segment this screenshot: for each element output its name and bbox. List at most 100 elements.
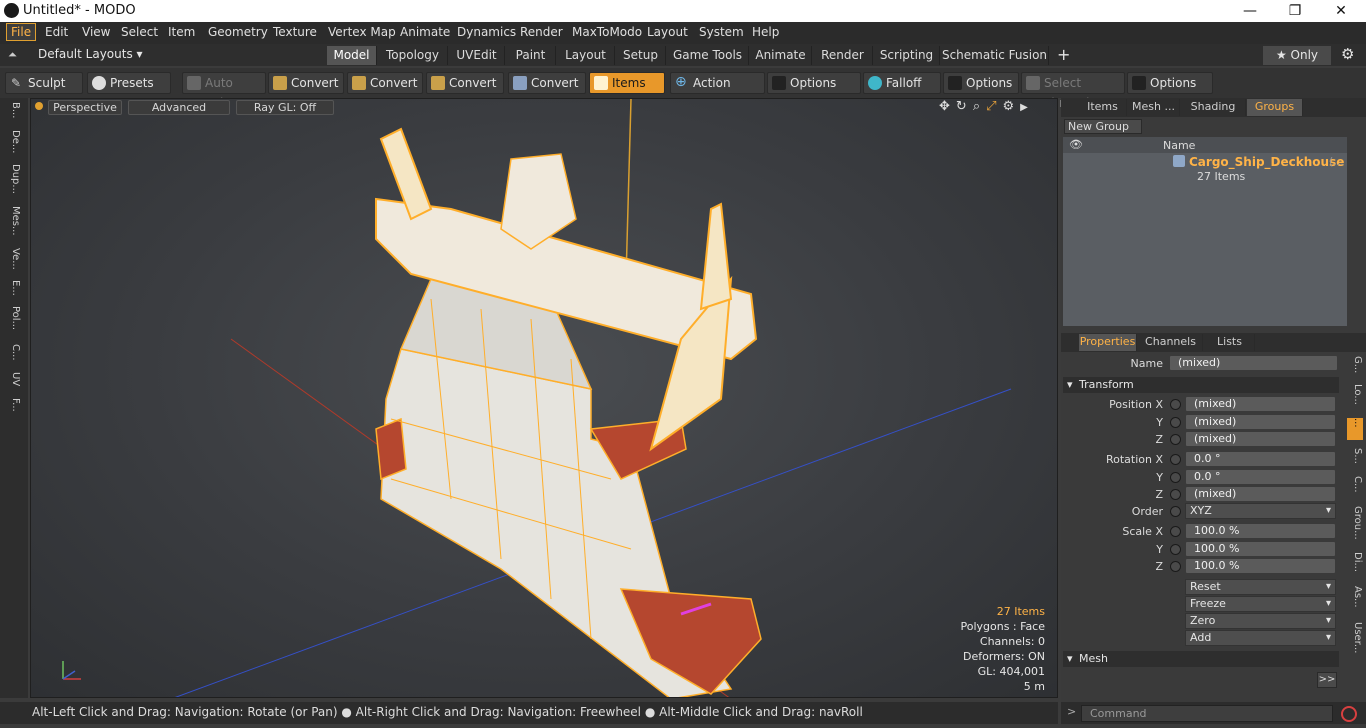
left-tab-vertex[interactable]: Ve... bbox=[3, 248, 21, 270]
default-layouts-dropdown[interactable]: Default Layouts ▾ bbox=[38, 47, 143, 61]
position-x-field[interactable]: (mixed) bbox=[1185, 396, 1336, 412]
only-toggle[interactable]: ★ Only bbox=[1263, 46, 1331, 65]
menu-dynamics[interactable]: Dynamics bbox=[457, 25, 516, 39]
scale-x-key[interactable] bbox=[1170, 526, 1181, 537]
position-z-key[interactable] bbox=[1170, 434, 1181, 445]
menu-edit[interactable]: Edit bbox=[45, 25, 68, 39]
scale-z-field[interactable]: 100.0 % bbox=[1185, 558, 1336, 574]
menu-render[interactable]: Render bbox=[520, 25, 563, 39]
layout-up-icon[interactable]: ⏶ bbox=[8, 48, 17, 62]
left-tab-basic[interactable]: B... bbox=[3, 102, 21, 118]
tab-animate[interactable]: Animate bbox=[750, 46, 812, 65]
menu-select[interactable]: Select bbox=[121, 25, 158, 39]
left-tab-mesh-edit[interactable]: Mes... bbox=[3, 206, 21, 236]
mesh-section[interactable]: Mesh bbox=[1063, 651, 1339, 667]
minimize-button[interactable]: — bbox=[1227, 1, 1273, 21]
more-button[interactable]: >> bbox=[1317, 672, 1337, 688]
right-tab-c[interactable]: C... bbox=[1347, 476, 1363, 493]
menu-maxtomodo[interactable]: MaxToModo bbox=[572, 25, 642, 39]
left-tab-deform[interactable]: De... bbox=[3, 130, 21, 153]
right-tab-g[interactable]: G... bbox=[1347, 356, 1363, 373]
tab-scripting[interactable]: Scripting bbox=[874, 46, 940, 65]
right-tab-as[interactable]: As... bbox=[1347, 586, 1363, 608]
position-x-key[interactable] bbox=[1170, 399, 1181, 410]
freeze-dropdown[interactable]: Freeze bbox=[1185, 596, 1336, 612]
menu-layout[interactable]: Layout bbox=[647, 25, 688, 39]
left-tab-polygon[interactable]: Pol... bbox=[3, 306, 21, 330]
scale-z-key[interactable] bbox=[1170, 561, 1181, 572]
gear-icon[interactable]: ⚙ bbox=[1341, 45, 1354, 63]
scale-y-key[interactable] bbox=[1170, 544, 1181, 555]
menu-view[interactable]: View bbox=[82, 25, 110, 39]
tab-schematic-fusion[interactable]: Schematic Fusion bbox=[941, 46, 1049, 65]
tab-render[interactable]: Render bbox=[813, 46, 873, 65]
action-center-button[interactable]: ⊕ Action Center bbox=[670, 72, 765, 110]
falloff-button[interactable]: Falloff bbox=[863, 72, 941, 94]
menu-file[interactable]: File bbox=[6, 23, 37, 41]
right-tab-active[interactable]: ... bbox=[1347, 418, 1363, 440]
position-y-field[interactable]: (mixed) bbox=[1185, 414, 1336, 430]
order-key[interactable] bbox=[1170, 506, 1181, 517]
tab-game-tools[interactable]: Game Tools bbox=[667, 46, 749, 65]
auto-select-button[interactable]: Auto Select bbox=[182, 72, 266, 110]
menu-vertex-map[interactable]: Vertex Map bbox=[328, 25, 396, 39]
new-group-button[interactable]: New Group bbox=[1064, 119, 1142, 134]
select-through-button[interactable]: Select Through bbox=[1021, 72, 1125, 110]
menu-animate[interactable]: Animate bbox=[400, 25, 450, 39]
name-field[interactable]: (mixed) bbox=[1169, 355, 1338, 371]
menu-item[interactable]: Item bbox=[168, 25, 195, 39]
scale-x-field[interactable]: 100.0 % bbox=[1185, 523, 1336, 539]
left-tab-fusion[interactable]: F... bbox=[3, 398, 21, 412]
maximize-button[interactable]: ❐ bbox=[1272, 1, 1318, 21]
left-tab-edge[interactable]: E... bbox=[3, 280, 21, 296]
left-tab-curve[interactable]: C... bbox=[3, 344, 21, 361]
position-z-field[interactable]: (mixed) bbox=[1185, 431, 1336, 447]
items-button[interactable]: Items bbox=[589, 72, 665, 94]
order-dropdown[interactable]: XYZ bbox=[1185, 503, 1336, 519]
add-tab-icon[interactable]: + bbox=[1057, 45, 1070, 64]
tab-uvedit[interactable]: UVEdit bbox=[449, 46, 505, 65]
convert-button-4[interactable]: Convert bbox=[508, 72, 586, 94]
rotation-z-key[interactable] bbox=[1170, 489, 1181, 500]
right-tab-s[interactable]: S... bbox=[1347, 448, 1363, 464]
tab-layout[interactable]: Layout bbox=[557, 46, 615, 65]
right-tab-di[interactable]: Di... bbox=[1347, 552, 1363, 572]
command-input[interactable]: Command bbox=[1081, 705, 1333, 722]
menu-help[interactable]: Help bbox=[752, 25, 779, 39]
menu-texture[interactable]: Texture bbox=[273, 25, 317, 39]
add-dropdown[interactable]: Add bbox=[1185, 630, 1336, 646]
visibility-icon[interactable]: 👁 bbox=[1069, 138, 1083, 151]
tab-lists[interactable]: Lists bbox=[1205, 334, 1255, 351]
tab-properties[interactable]: Properties bbox=[1079, 334, 1137, 351]
tab-groups[interactable]: Groups bbox=[1247, 99, 1303, 116]
rotation-x-key[interactable] bbox=[1170, 454, 1181, 465]
options-button-2[interactable]: Options bbox=[943, 72, 1019, 94]
zero-dropdown[interactable]: Zero bbox=[1185, 613, 1336, 629]
left-tab-uv[interactable]: UV bbox=[3, 372, 21, 386]
convert-button-1[interactable]: Convert bbox=[268, 72, 344, 94]
scale-y-field[interactable]: 100.0 % bbox=[1185, 541, 1336, 557]
sculpt-button[interactable]: ✎ Sculpt bbox=[5, 72, 83, 94]
menu-system[interactable]: System bbox=[699, 25, 744, 39]
options-button-1[interactable]: Options bbox=[767, 72, 861, 94]
close-button[interactable]: ✕ bbox=[1318, 1, 1364, 21]
tab-topology[interactable]: Topology bbox=[378, 46, 448, 65]
record-icon[interactable] bbox=[1341, 706, 1357, 722]
name-column-header[interactable]: Name bbox=[1163, 139, 1195, 152]
rotation-z-field[interactable]: (mixed) bbox=[1185, 486, 1336, 502]
tab-channels[interactable]: Channels bbox=[1139, 334, 1203, 351]
group-name[interactable]: Cargo_Ship_Deckhouse bbox=[1189, 155, 1344, 169]
presets-button[interactable]: Presets F6 bbox=[87, 72, 171, 110]
tab-mesh[interactable]: Mesh ... bbox=[1128, 99, 1180, 116]
options-button-3[interactable]: Options bbox=[1127, 72, 1213, 94]
rotation-y-field[interactable]: 0.0 ° bbox=[1185, 469, 1336, 485]
groups-list[interactable]: Name 👁 Cargo_Ship_Deckhouse (... 27 Item… bbox=[1063, 137, 1347, 326]
tab-model[interactable]: Model bbox=[327, 46, 377, 65]
right-tab-groups[interactable]: Grou... bbox=[1347, 506, 1363, 540]
left-tab-duplicate[interactable]: Dup... bbox=[3, 164, 21, 194]
right-tab-lo[interactable]: Lo... bbox=[1347, 384, 1363, 405]
tab-paint[interactable]: Paint bbox=[506, 46, 556, 65]
convert-button-3[interactable]: Convert bbox=[426, 72, 504, 94]
rotation-x-field[interactable]: 0.0 ° bbox=[1185, 451, 1336, 467]
reset-dropdown[interactable]: Reset bbox=[1185, 579, 1336, 595]
